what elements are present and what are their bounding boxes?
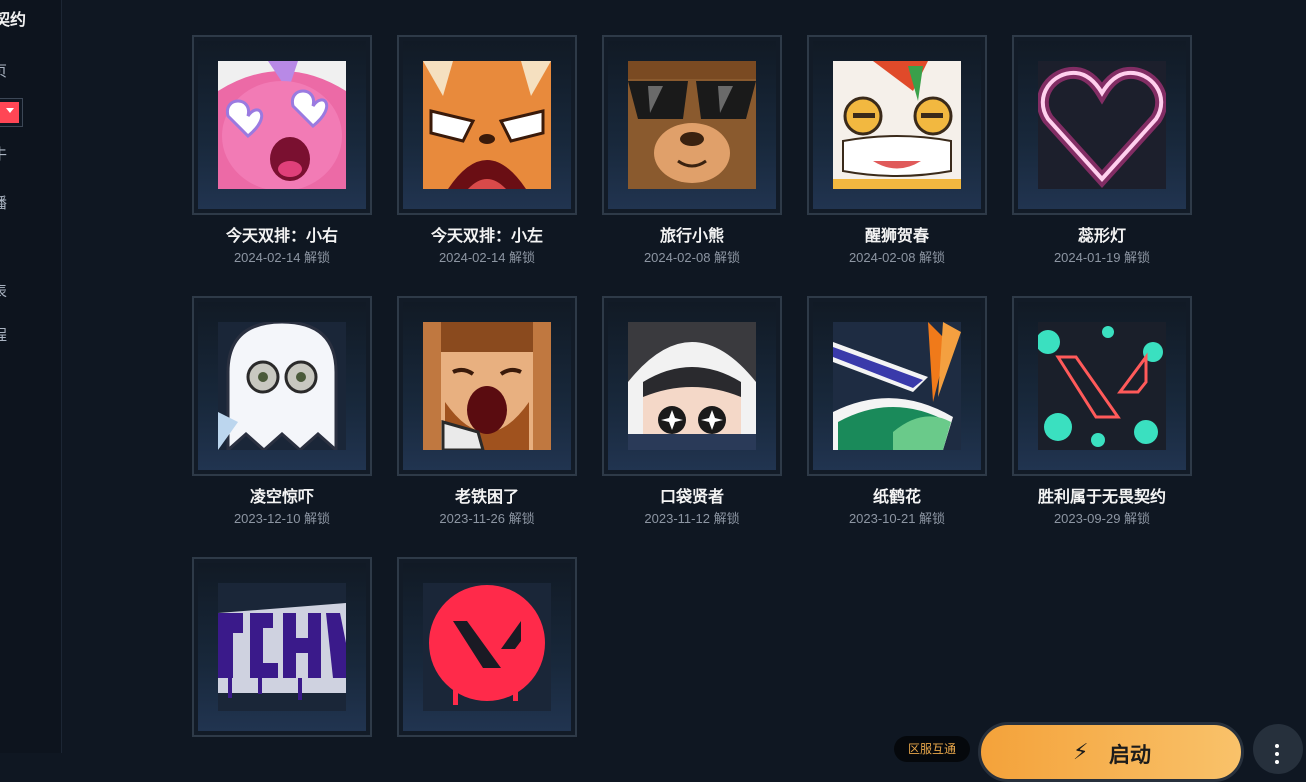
spray-unlock-date: 2024-02-14 解锁 [233, 250, 331, 265]
spray-card[interactable]: 蕊形灯 2024-01-19 解锁 [1012, 35, 1192, 266]
valorant-red-logo-icon [423, 583, 551, 711]
spray-name: 醒狮贺春 [864, 228, 929, 245]
bear-with-sunglasses-icon [628, 61, 756, 189]
spray-unlock-date: 2024-02-08 解锁 [848, 250, 946, 265]
spray-frame [807, 35, 987, 215]
spray-card[interactable]: 旅行小熊 2024-02-08 解锁 [602, 35, 782, 266]
spray-name: 今天双排：小左 [430, 228, 543, 245]
spray-frame [1012, 35, 1192, 215]
bird-of-paradise-flower-icon [833, 322, 961, 450]
lightning-icon: ⚡ [1073, 739, 1089, 764]
spray-name: 老铁困了 [454, 489, 519, 506]
ghost-icon [218, 322, 346, 450]
yawning-bearded-man-icon [423, 322, 551, 450]
spray-frame [602, 35, 782, 215]
masked-agent-face-icon [628, 322, 756, 450]
region-badge: 区服互通 [894, 736, 970, 762]
sidebar-item-5[interactable]: 表 [0, 280, 12, 301]
spray-name: 口袋贤者 [659, 489, 724, 506]
launch-label: 启动 [1109, 744, 1151, 767]
spray-frame [192, 557, 372, 737]
spray-frame [192, 296, 372, 476]
sidebar-dropdown[interactable] [0, 98, 23, 127]
spray-unlock-date: 2024-02-14 解锁 [438, 250, 536, 265]
spray-card[interactable]: 口袋贤者 2023-11-12 解锁 [602, 296, 782, 527]
spray-frame [397, 296, 577, 476]
spray-unlock-date: 2023-11-12 解锁 [644, 511, 740, 526]
chevron-down-icon [6, 108, 14, 113]
neon-heart-icon [1038, 61, 1166, 189]
spray-card[interactable]: 纸鹤花 2023-10-21 解锁 [807, 296, 987, 527]
graffiti-tag-icon [218, 583, 346, 711]
valorant-splatter-logo-icon [1038, 322, 1166, 450]
spray-frame [602, 296, 782, 476]
spray-card[interactable]: 今天双排：小左 2024-02-14 解锁 [397, 35, 577, 266]
spray-unlock-date: 2023-12-10 解锁 [233, 511, 331, 526]
spray-frame [397, 557, 577, 737]
spray-frame [397, 35, 577, 215]
sidebar-item-4[interactable]: - [0, 236, 12, 253]
sidebar-item-2[interactable]: 牛 [0, 143, 12, 164]
spray-card[interactable]: 醒狮贺春 2024-02-08 解锁 [807, 35, 987, 266]
more-vertical-icon[interactable] [1253, 724, 1303, 774]
spray-name: 蕊形灯 [1077, 228, 1126, 245]
spray-card[interactable]: 凌空惊吓 2023-12-10 解锁 [192, 296, 372, 527]
pink-cat-heart-eyes-icon [218, 61, 346, 189]
spray-name: 今天双排：小右 [225, 228, 338, 245]
lion-dance-head-icon [833, 61, 961, 189]
spray-name [192, 749, 372, 769]
spray-name: 胜利属于无畏契约 [1037, 489, 1166, 506]
spray-name [397, 749, 577, 769]
sidebar-item-home[interactable]: 页 [0, 60, 12, 81]
spray-unlock-date: 2024-01-19 解锁 [1053, 250, 1151, 265]
spray-unlock-date: 2023-11-26 解锁 [439, 511, 535, 526]
spray-card[interactable] [192, 557, 372, 772]
spray-frame [192, 35, 372, 215]
spray-name: 纸鹤花 [872, 489, 921, 506]
spray-unlock-date: 2023-09-29 解锁 [1053, 511, 1151, 526]
spray-card[interactable]: 今天双排：小右 2024-02-14 解锁 [192, 35, 372, 266]
spray-unlock-date: 2024-02-08 解锁 [643, 250, 741, 265]
spray-card[interactable]: 胜利属于无畏契约 2023-09-29 解锁 [1012, 296, 1192, 527]
spray-name: 旅行小熊 [659, 228, 724, 245]
spray-card[interactable]: 老铁困了 2023-11-26 解锁 [397, 296, 577, 527]
sidebar-item-3[interactable]: 播 [0, 192, 12, 213]
sidebar-brand: 契约 [0, 12, 27, 29]
spray-frame [1012, 296, 1192, 476]
spray-name: 凌空惊吓 [249, 489, 314, 506]
sidebar-item-6[interactable]: 程 [0, 324, 12, 345]
spray-unlock-date: 2023-10-21 解锁 [848, 511, 946, 526]
spray-card[interactable] [397, 557, 577, 772]
red-panda-shouting-icon [423, 61, 551, 189]
spray-frame [807, 296, 987, 476]
sidebar: 契约 页 牛 播 - 表 程 [0, 0, 62, 753]
launch-button[interactable]: ⚡ 启动 [978, 722, 1244, 782]
